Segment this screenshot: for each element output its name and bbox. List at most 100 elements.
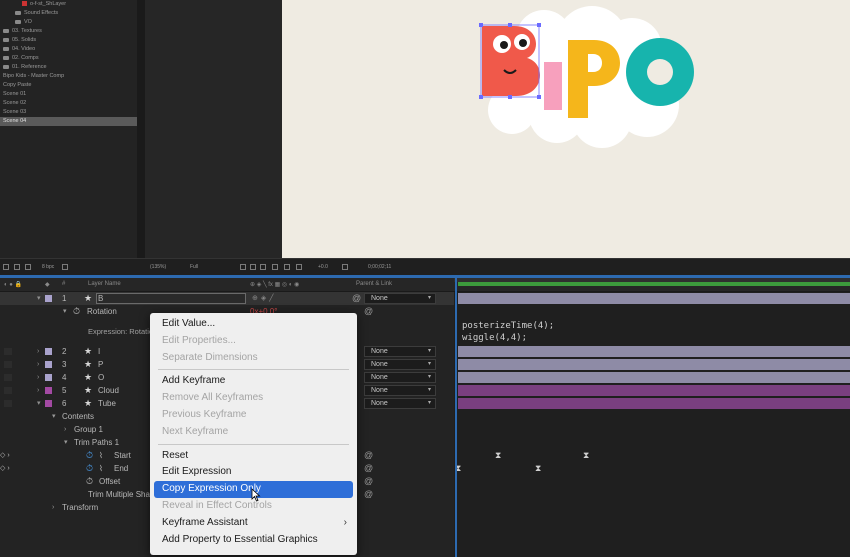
twirl-open-icon[interactable]: ▾: [37, 292, 41, 305]
letter-b-character[interactable]: [479, 23, 541, 99]
channel-icon[interactable]: [284, 264, 290, 270]
layer-bar-tube[interactable]: [458, 398, 850, 409]
stopwatch-icon[interactable]: ⏱: [86, 462, 93, 475]
menu-item-keyframe-assistant[interactable]: Keyframe Assistant ›: [150, 515, 357, 532]
label-swatch[interactable]: [45, 361, 52, 368]
twirl-closed-icon[interactable]: ›: [37, 384, 39, 397]
project-item[interactable]: Scene 02: [0, 99, 137, 108]
label-swatch[interactable]: [45, 387, 52, 394]
layer-name-edit-box[interactable]: [96, 293, 246, 304]
label-swatch[interactable]: [45, 295, 52, 302]
label-swatch[interactable]: [45, 400, 52, 407]
graph-icon[interactable]: ⌇: [99, 449, 103, 462]
menu-item-add-keyframe[interactable]: Add Keyframe: [150, 373, 357, 390]
layer-bar-o[interactable]: [458, 372, 850, 383]
layer-bar-cloud[interactable]: [458, 385, 850, 396]
video-switch[interactable]: [4, 400, 12, 407]
project-item[interactable]: Sound Effects: [0, 9, 137, 18]
menu-item-edit-value[interactable]: Edit Value...: [150, 316, 357, 333]
region-of-interest-icon[interactable]: [240, 264, 246, 270]
letter-o-shape[interactable]: [626, 38, 694, 106]
layer-bar-i[interactable]: [458, 346, 850, 357]
menu-item-reset[interactable]: Reset: [150, 448, 357, 465]
pick-whip-icon[interactable]: @: [364, 462, 373, 475]
twirl-closed-icon[interactable]: ›: [37, 345, 39, 358]
transparency-grid-icon[interactable]: [250, 264, 256, 270]
letter-i-shape[interactable]: [544, 62, 562, 110]
current-time[interactable]: 0;00;02;11: [368, 263, 391, 272]
parent-dropdown[interactable]: None ▾: [364, 359, 436, 370]
twirl-open-icon[interactable]: ▾: [63, 305, 67, 318]
keyframe-nav-icon[interactable]: ◇ ›: [0, 449, 10, 462]
bpc-label[interactable]: 8 bpc: [42, 263, 54, 272]
twirl-closed-icon[interactable]: ›: [37, 358, 39, 371]
twirl-closed-icon[interactable]: ›: [37, 371, 39, 384]
graph-icon[interactable]: ⌇: [99, 462, 103, 475]
layer-name[interactable]: Cloud: [98, 384, 119, 397]
layer-name[interactable]: P: [98, 358, 103, 371]
parent-dropdown[interactable]: None ▾: [364, 398, 436, 409]
project-item[interactable]: 02. Comps: [0, 54, 137, 63]
stopwatch-icon[interactable]: ⏱: [86, 449, 93, 462]
layer-name[interactable]: B: [98, 292, 103, 305]
label-swatch[interactable]: [45, 348, 52, 355]
twirl-open-icon[interactable]: ▾: [64, 436, 68, 449]
mask-visibility-icon[interactable]: [260, 264, 266, 270]
project-item[interactable]: VO: [0, 18, 137, 27]
snapshot-icon[interactable]: [342, 264, 348, 270]
parent-dropdown[interactable]: None ▾: [364, 293, 436, 304]
twirl-closed-icon[interactable]: ›: [52, 501, 54, 514]
video-switch[interactable]: [4, 361, 12, 368]
project-item[interactable]: Copy Paste: [0, 81, 137, 90]
composition-viewer[interactable]: [282, 0, 850, 258]
trash-icon[interactable]: [62, 264, 68, 270]
current-time-indicator[interactable]: [455, 278, 457, 557]
parent-dropdown[interactable]: None ▾: [364, 346, 436, 357]
keyframe-nav-icon[interactable]: ◇ ›: [0, 462, 10, 475]
menu-item-edit-expression[interactable]: Edit Expression: [150, 464, 357, 481]
project-item[interactable]: Scene 04: [0, 117, 137, 126]
parent-dropdown[interactable]: None ▾: [364, 372, 436, 383]
stopwatch-icon[interactable]: ⏱: [86, 475, 93, 488]
project-item[interactable]: Scene 01: [0, 90, 137, 99]
layer-name[interactable]: Tube: [98, 397, 116, 410]
project-item[interactable]: 04. Video: [0, 45, 137, 54]
layer-bar-p[interactable]: [458, 359, 850, 370]
stopwatch-icon[interactable]: ⏱: [73, 305, 80, 318]
project-item[interactable]: 03. Textures: [0, 27, 137, 36]
twirl-closed-icon[interactable]: ›: [64, 423, 66, 436]
video-switch[interactable]: [4, 348, 12, 355]
keyframe-marker[interactable]: ⧗: [535, 463, 541, 474]
work-area-bar[interactable]: [458, 282, 850, 286]
project-item[interactable]: o-f-st_ShLayer: [0, 0, 137, 9]
keyframe-marker[interactable]: ⧗: [583, 450, 589, 461]
video-switch[interactable]: [4, 387, 12, 394]
menu-item-add-property-to-essential-graphics[interactable]: Add Property to Essential Graphics: [150, 532, 357, 549]
expression-code-line-2[interactable]: wiggle(4,4);: [462, 332, 527, 344]
pick-whip-icon[interactable]: @: [364, 305, 373, 318]
zoom-dropdown[interactable]: (135%): [150, 263, 166, 272]
video-switch[interactable]: [4, 374, 12, 381]
layer-bar-b[interactable]: [458, 293, 850, 304]
color-management-icon[interactable]: [296, 264, 302, 270]
twirl-open-icon[interactable]: ▾: [37, 397, 41, 410]
layer-name[interactable]: O: [98, 371, 104, 384]
label-swatch[interactable]: [45, 374, 52, 381]
panel-divider[interactable]: [137, 0, 145, 258]
pick-whip-icon[interactable]: @: [364, 488, 373, 501]
pick-whip-icon[interactable]: @: [364, 475, 373, 488]
resolution-dropdown[interactable]: Full: [190, 263, 198, 272]
project-item[interactable]: Scene 03: [0, 108, 137, 117]
layer-row-b[interactable]: ▾ 1 ★ B ⊕◈╱ @ None ▾: [0, 292, 454, 305]
layer-switches[interactable]: ⊕◈╱: [252, 292, 276, 305]
keyframe-marker[interactable]: ⧗: [495, 450, 501, 461]
composition-icon[interactable]: [25, 264, 31, 270]
expression-code-line-1[interactable]: posterizeTime(4);: [462, 320, 554, 332]
pick-whip-icon[interactable]: @: [364, 449, 373, 462]
parent-dropdown[interactable]: None ▾: [364, 385, 436, 396]
pick-whip-icon[interactable]: @: [352, 292, 361, 305]
project-item[interactable]: Bipo Kids - Master Comp: [0, 72, 137, 81]
project-item[interactable]: 05. Solids: [0, 36, 137, 45]
monitor-icon[interactable]: [3, 264, 9, 270]
project-item[interactable]: 01. Reference: [0, 63, 137, 72]
